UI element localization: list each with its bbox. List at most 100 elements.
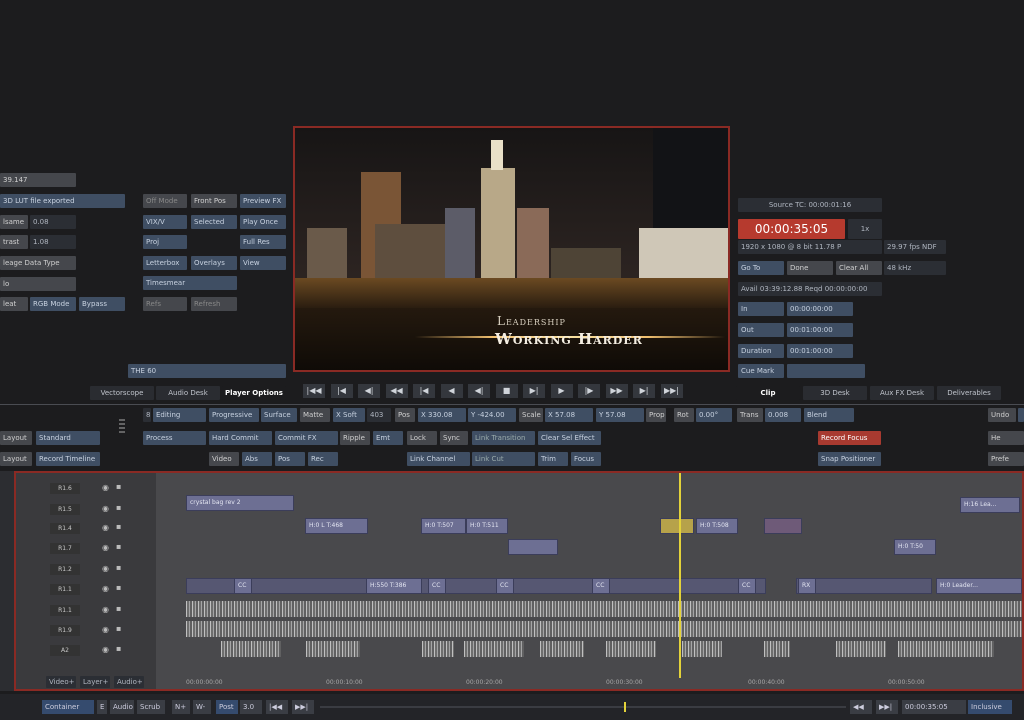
- mark-out-icon[interactable]: ▶|: [633, 384, 655, 398]
- visibility-icon[interactable]: ◉: [102, 625, 109, 634]
- jog-forward-icon[interactable]: ▶|: [523, 384, 545, 398]
- play-back-icon[interactable]: ◀: [440, 384, 463, 398]
- fast-forward-icon[interactable]: ▶▶: [605, 384, 628, 398]
- go-end-icon[interactable]: ▶▶|: [660, 384, 683, 398]
- visibility-icon[interactable]: ◉: [102, 483, 109, 492]
- audio-clip-2[interactable]: [186, 621, 1022, 637]
- audio-clip-7[interactable]: [540, 641, 584, 657]
- focus-button[interactable]: Focus: [571, 452, 601, 466]
- bypass-button[interactable]: Bypass: [79, 297, 125, 311]
- clip-h0-50[interactable]: H:0 T:50: [894, 539, 936, 555]
- w-minus-button[interactable]: W-: [193, 700, 211, 714]
- playhead[interactable]: [679, 473, 681, 678]
- tab-vectorscope[interactable]: Vectorscope: [90, 386, 154, 400]
- lock-icon[interactable]: ▪: [116, 604, 121, 613]
- fx-btn-1-2[interactable]: VIX/V: [143, 215, 187, 229]
- audio-clip-1[interactable]: [186, 601, 1022, 617]
- tab-audio-desk[interactable]: Audio Desk: [156, 386, 220, 400]
- clip-selected[interactable]: [660, 518, 694, 534]
- rot-value[interactable]: 0.00°: [696, 408, 732, 422]
- done-button[interactable]: Done: [787, 261, 833, 275]
- out-timecode[interactable]: 00:01:00:00: [787, 323, 853, 337]
- lock-icon[interactable]: ▪: [116, 644, 121, 653]
- link-transition-button[interactable]: Link Transition: [472, 431, 535, 445]
- audio-clip-9[interactable]: [682, 641, 722, 657]
- audio-clip-6[interactable]: [464, 641, 524, 657]
- layer-add-button[interactable]: Layer+: [80, 676, 110, 688]
- clear-all-button[interactable]: Clear All: [836, 261, 882, 275]
- clip-h0-507[interactable]: H:0 T:507: [421, 518, 466, 534]
- e-button[interactable]: E: [97, 700, 107, 714]
- clip-cc-5[interactable]: CC: [738, 578, 756, 594]
- pos-x[interactable]: X 330.08: [418, 408, 466, 422]
- record-focus-button[interactable]: Record Focus: [818, 431, 881, 445]
- view-button[interactable]: View: [240, 256, 286, 270]
- stop-icon[interactable]: ■: [495, 384, 518, 398]
- audio-clip-11[interactable]: [836, 641, 886, 657]
- audio-clip-10[interactable]: [764, 641, 790, 657]
- clip-h0-508[interactable]: H:0 T:508: [696, 518, 738, 534]
- scrub-toggle[interactable]: Scrub: [137, 700, 165, 714]
- fx-btn-1-1[interactable]: Off Mode: [143, 194, 187, 208]
- track-header[interactable]: R1.5 ◉ ▪: [16, 500, 156, 520]
- x-soft-value[interactable]: 403: [367, 408, 391, 422]
- duration-button[interactable]: Duration: [738, 344, 784, 358]
- audio-clip-12[interactable]: [898, 641, 994, 657]
- blend-button[interactable]: Blend: [804, 408, 854, 422]
- clip-h550[interactable]: H:550 T:386: [366, 578, 422, 594]
- cue-mark-field[interactable]: [787, 364, 865, 378]
- track-header[interactable]: R1.7 ◉ ▪: [16, 539, 156, 559]
- scrub-bar[interactable]: [320, 706, 846, 708]
- mark-in-icon[interactable]: ◀|: [358, 384, 380, 398]
- clip-note[interactable]: THE 60: [128, 364, 286, 378]
- clip-cc-3[interactable]: CC: [496, 578, 514, 594]
- go-start-icon[interactable]: |◀◀: [266, 700, 288, 714]
- timesmear-button[interactable]: Timesmear: [143, 276, 237, 290]
- progressive-button[interactable]: Progressive: [209, 408, 259, 422]
- visibility-icon[interactable]: ◉: [102, 504, 109, 513]
- next-icon[interactable]: ▶▶|: [876, 700, 898, 714]
- right-btn-3[interactable]: Prefe: [988, 452, 1024, 466]
- trans-value[interactable]: 0.008: [765, 408, 801, 422]
- timeline[interactable]: R1.6 ◉ ▪ R1.5 ◉ ▪ R1.4 ◉ ▪ R1.7 ◉ ▪ R1.2 ◉ ▪ R1.1 ◉ ▪ R1.1…: [14, 471, 1024, 691]
- goto-button[interactable]: Go To: [738, 261, 784, 275]
- inclusive-toggle[interactable]: Inclusive: [968, 700, 1012, 714]
- audio-add-button[interactable]: Audio+: [114, 676, 144, 688]
- lock-icon[interactable]: ▪: [116, 542, 121, 551]
- fx-btn-1-4[interactable]: Letterbox: [143, 256, 187, 270]
- lock-icon[interactable]: ▪: [116, 624, 121, 633]
- full-res-button[interactable]: Full Res: [240, 235, 286, 249]
- tab-player-options[interactable]: Player Options: [222, 386, 286, 400]
- link-cut-button[interactable]: Link Cut: [472, 452, 535, 466]
- video-add-button[interactable]: Video+: [46, 676, 76, 688]
- lock-icon[interactable]: ▪: [116, 482, 121, 491]
- visibility-icon[interactable]: ◉: [102, 605, 109, 614]
- clip-h0-468[interactable]: H:0 L T:468: [305, 518, 368, 534]
- fx-btn-2-1[interactable]: Front Pos: [191, 194, 237, 208]
- clip-leader[interactable]: H:0 Leader...: [936, 578, 1022, 594]
- track-header[interactable]: R1.1 ◉ ▪: [16, 601, 156, 621]
- jog-back-icon[interactable]: ◀|: [468, 384, 490, 398]
- undo-button[interactable]: Undo: [988, 408, 1016, 422]
- player-viewer[interactable]: Leadership Working Harder: [293, 126, 730, 372]
- left-value-3[interactable]: 0.08: [30, 215, 76, 229]
- in-button[interactable]: In: [738, 302, 784, 316]
- editing-mode[interactable]: Editing: [153, 408, 206, 422]
- track-header[interactable]: R1.9 ◉ ▪: [16, 621, 156, 641]
- lock-button[interactable]: Lock: [407, 431, 437, 445]
- track-header[interactable]: R1.1 ◉ ▪: [16, 580, 156, 600]
- tab-clip[interactable]: Clip: [736, 386, 800, 400]
- audio-clip-8[interactable]: [606, 641, 656, 657]
- pos-y[interactable]: Y -424.00: [468, 408, 516, 422]
- trim-button[interactable]: Trim: [538, 452, 568, 466]
- right-btn-2[interactable]: He: [988, 431, 1024, 445]
- go-end-icon[interactable]: ▶▶|: [292, 700, 314, 714]
- left-value-4[interactable]: 1.08: [30, 235, 76, 249]
- clear-sel-effect-button[interactable]: Clear Sel Effect: [538, 431, 601, 445]
- cue-mark-button[interactable]: Cue Mark: [738, 364, 784, 378]
- post-value[interactable]: 3.0: [240, 700, 262, 714]
- snap-positioner-button[interactable]: Snap Positioner: [818, 452, 881, 466]
- surface-button[interactable]: Surface: [261, 408, 297, 422]
- track-header[interactable]: R1.4 ◉ ▪: [16, 519, 156, 539]
- fx-btn-1-6[interactable]: Refs: [143, 297, 187, 311]
